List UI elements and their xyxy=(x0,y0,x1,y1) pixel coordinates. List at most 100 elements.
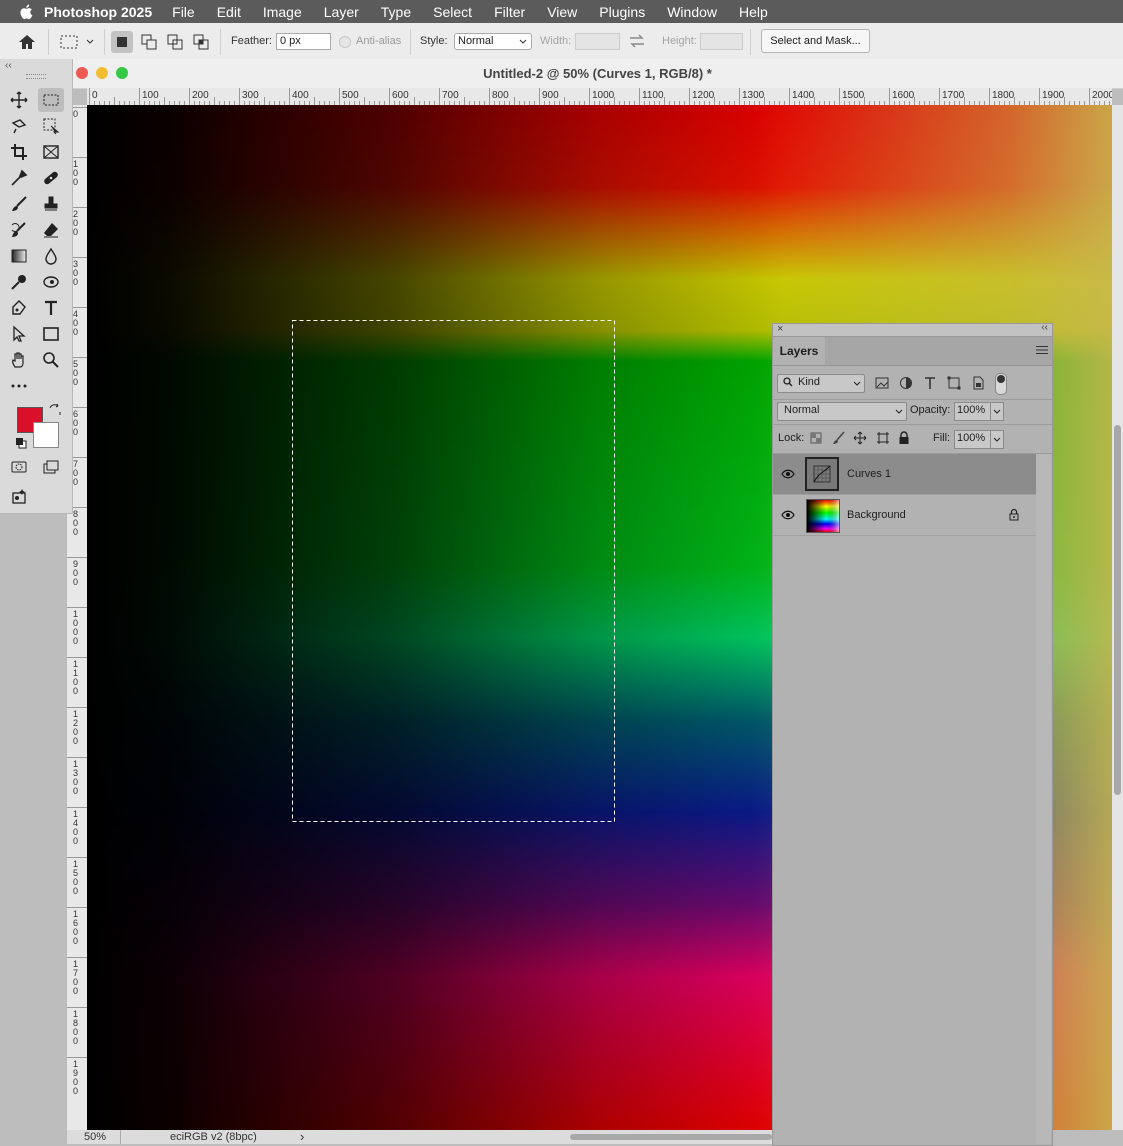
add-to-selection-icon[interactable] xyxy=(138,31,160,53)
layers-scroll-track[interactable] xyxy=(1036,454,1051,1144)
scrollbar-thumb[interactable] xyxy=(1114,425,1121,795)
tool-preset-picker[interactable] xyxy=(58,32,98,52)
menu-window[interactable]: Window xyxy=(667,4,717,20)
eyedropper-tool-icon[interactable] xyxy=(6,166,32,190)
gradient-tool-icon[interactable] xyxy=(6,244,32,268)
lasso-tool-icon[interactable] xyxy=(6,114,32,138)
visibility-eye-icon[interactable] xyxy=(781,510,795,520)
chevron-right-icon[interactable]: › xyxy=(300,1129,304,1144)
fill-input[interactable]: 100% xyxy=(954,430,1004,449)
horizontal-ruler[interactable]: 0 100 200 300 400 500 600 700 800 900 1000 1100 1200… xyxy=(87,88,1112,106)
layer-row-curves[interactable]: Curves 1 xyxy=(773,454,1036,495)
filter-shape-layers-icon[interactable] xyxy=(946,375,962,391)
type-tool-icon[interactable] xyxy=(38,296,64,320)
chevron-down-icon[interactable] xyxy=(990,403,1003,420)
opacity-input[interactable]: 100% xyxy=(954,402,1004,421)
visibility-eye-icon[interactable] xyxy=(781,469,795,479)
lock-artboard-icon[interactable] xyxy=(876,431,890,445)
lock-all-icon[interactable] xyxy=(898,431,910,445)
zoom-level[interactable]: 50% xyxy=(84,1131,106,1143)
layer-name[interactable]: Background xyxy=(847,509,906,521)
filter-adjustment-layers-icon[interactable] xyxy=(898,375,914,391)
quick-mask-icon[interactable] xyxy=(6,455,32,479)
menu-filter[interactable]: Filter xyxy=(494,4,525,20)
tab-layers[interactable]: Layers xyxy=(773,337,825,365)
path-selection-tool-icon[interactable] xyxy=(6,322,32,346)
filter-type-layers-icon[interactable] xyxy=(922,375,938,391)
ruler-tick xyxy=(67,557,87,558)
apple-icon[interactable] xyxy=(18,3,36,21)
blur-tool-icon[interactable] xyxy=(38,244,64,268)
dodge-tool-icon[interactable] xyxy=(6,270,32,294)
ruler-label: 8 0 0 xyxy=(73,509,79,537)
lock-transparent-pixels-icon[interactable] xyxy=(810,432,822,444)
menu-image[interactable]: Image xyxy=(263,4,302,20)
menu-plugins[interactable]: Plugins xyxy=(599,4,645,20)
new-selection-icon[interactable] xyxy=(111,31,133,53)
menu-type[interactable]: Type xyxy=(381,4,411,20)
swap-colors-icon[interactable] xyxy=(48,403,62,417)
menu-layer[interactable]: Layer xyxy=(324,4,359,20)
height-input[interactable] xyxy=(700,33,743,50)
screen-mode-icon[interactable] xyxy=(38,455,64,479)
panel-menu-icon[interactable] xyxy=(1036,345,1048,355)
collapse-toolbox-icon[interactable]: ‹‹ xyxy=(5,60,12,71)
filter-smart-objects-icon[interactable] xyxy=(970,375,986,391)
select-and-mask-button[interactable]: Select and Mask... xyxy=(761,29,870,53)
layer-lock-icon[interactable] xyxy=(1009,508,1019,521)
layer-name[interactable]: Curves 1 xyxy=(847,468,891,480)
anti-alias-checkbox[interactable] xyxy=(339,36,351,48)
menu-help[interactable]: Help xyxy=(739,4,768,20)
ruler-tick xyxy=(189,88,190,105)
rectangle-tool-icon[interactable] xyxy=(38,322,64,346)
style-select[interactable]: Normal xyxy=(454,33,532,50)
lock-position-icon[interactable] xyxy=(853,431,867,445)
background-color-swatch[interactable] xyxy=(33,422,59,448)
layer-filter-select[interactable]: Kind xyxy=(777,374,865,393)
menu-view[interactable]: View xyxy=(547,4,577,20)
feather-input[interactable]: 0 px xyxy=(276,33,331,50)
ruler-label: 100 xyxy=(142,90,159,101)
generative-fill-icon[interactable] xyxy=(6,485,32,509)
lock-image-pixels-icon[interactable] xyxy=(832,431,846,445)
eraser-tool-icon[interactable] xyxy=(38,218,64,242)
close-panel-icon[interactable]: × xyxy=(777,323,783,335)
menu-edit[interactable]: Edit xyxy=(217,4,241,20)
collapse-panel-icon[interactable]: ‹‹ xyxy=(1041,322,1048,333)
blend-mode-select[interactable]: Normal xyxy=(777,402,907,421)
intersect-selection-icon[interactable] xyxy=(190,31,212,53)
ruler-tick xyxy=(67,957,87,958)
vertical-scrollbar[interactable] xyxy=(1112,105,1123,1130)
toolbox-grip[interactable] xyxy=(26,74,46,79)
clone-stamp-tool-icon[interactable] xyxy=(38,192,64,216)
horizontal-scrollbar-thumb[interactable] xyxy=(570,1134,772,1140)
subtract-from-selection-icon[interactable] xyxy=(164,31,186,53)
pen-tool-icon[interactable] xyxy=(6,296,32,320)
chevron-down-icon[interactable] xyxy=(990,431,1003,448)
object-selection-tool-icon[interactable] xyxy=(38,114,64,138)
hand-tool-icon[interactable] xyxy=(6,348,32,372)
brush-tool-icon[interactable] xyxy=(6,192,32,216)
frame-tool-icon[interactable] xyxy=(38,140,64,164)
zoom-tool-icon[interactable] xyxy=(38,348,64,372)
filter-pixel-layers-icon[interactable] xyxy=(874,375,890,391)
crop-tool-icon[interactable] xyxy=(6,140,32,164)
history-brush-tool-icon[interactable] xyxy=(6,218,32,242)
home-icon[interactable] xyxy=(17,33,37,51)
default-colors-icon[interactable] xyxy=(15,437,27,449)
filter-toggle-switch[interactable] xyxy=(995,373,1007,395)
width-input[interactable] xyxy=(575,33,620,50)
healing-brush-tool-icon[interactable] xyxy=(38,166,64,190)
menu-file[interactable]: File xyxy=(172,4,195,20)
rectangular-marquee-tool-icon[interactable] xyxy=(38,88,64,112)
ruler-label: 9 0 0 xyxy=(73,559,79,587)
more-tools-icon[interactable] xyxy=(6,374,32,398)
move-tool-icon[interactable] xyxy=(6,88,32,112)
layer-row-background[interactable]: Background xyxy=(773,495,1036,536)
ruler-label: 1 4 0 0 xyxy=(73,809,79,846)
app-menu[interactable]: Photoshop 2025 xyxy=(44,4,152,20)
ruler-minor-tick xyxy=(264,97,265,105)
smudge-tool-icon[interactable] xyxy=(38,270,64,294)
menu-select[interactable]: Select xyxy=(433,4,472,20)
swap-icon[interactable] xyxy=(628,33,646,49)
